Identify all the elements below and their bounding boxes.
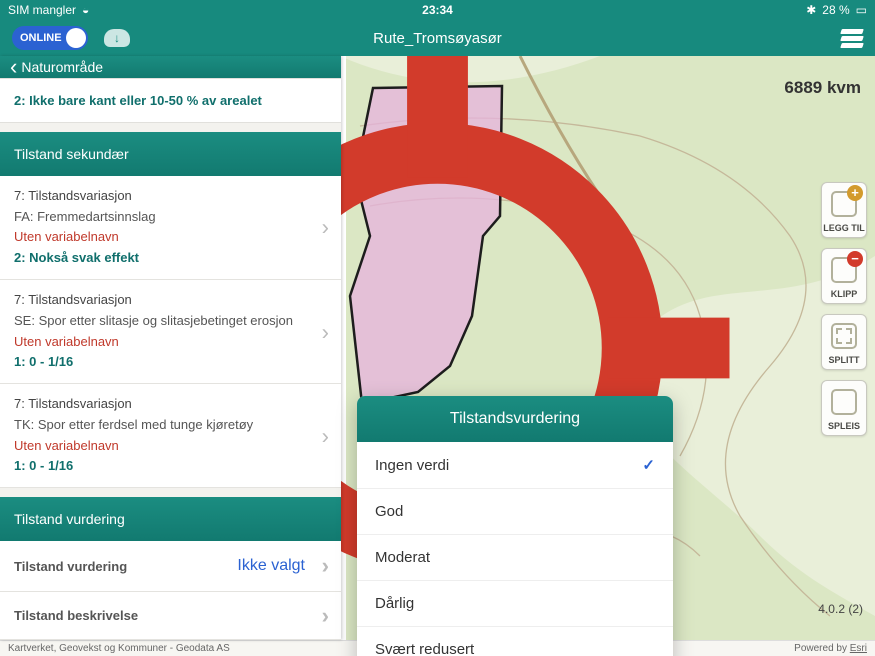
sidebar-back-button[interactable]: ‹ Naturområde [0,56,341,78]
description-label: Tilstand beskrivelse [14,608,138,623]
state-item[interactable]: 7: Tilstandsvariasjon SE: Spor etter sli… [0,280,341,384]
popover-option[interactable]: God [357,489,673,535]
state-item-value: 1: 0 - 1/16 [14,456,313,477]
popover-option-label: Moderat [375,549,430,566]
state-item-value: 2: Nokså svak effekt [14,248,313,269]
state-item-title: 7: Tilstandsvariasjon [14,394,313,415]
status-time: 23:34 [0,3,875,17]
state-item-warning: Uten variabelnavn [14,332,313,353]
popover-option[interactable]: Svært redusert [357,627,673,656]
threshold-row[interactable]: 2: Ikke bare kant eller 10-50 % av areal… [0,78,341,123]
popover-option-label: God [375,503,403,520]
state-item[interactable]: 7: Tilstandsvariasjon FA: Fremmedartsinn… [0,176,341,280]
assessment-value: Ikke valgt [237,557,305,575]
layers-icon[interactable] [841,29,863,48]
popover-option-label: Svært redusert [375,641,474,656]
popover-title: Tilstandsvurdering [357,396,673,442]
powered-by-label: Powered by [794,643,847,654]
state-item-subtitle: TK: Spor etter ferdsel med tunge kjøretø… [14,415,313,436]
section-assessment-header: Tilstand vurdering [0,497,341,541]
assessment-popover: Tilstandsvurdering Ingen verdi ✓ God Mod… [357,396,673,656]
popover-option-label: Dårlig [375,595,414,612]
attribution-text: Kartverket, Geovekst og Kommuner - Geoda… [8,643,230,654]
assessment-label: Tilstand vurdering [14,559,127,574]
sidebar: ‹ Naturområde 2: Ikke bare kant eller 10… [0,56,341,640]
assessment-row[interactable]: Tilstand vurdering Ikke valgt [0,541,341,592]
state-item-subtitle: SE: Spor etter slitasje og slitasjebetin… [14,311,313,332]
sidebar-back-label: Naturområde [21,59,103,75]
popover-option[interactable]: Dårlig [357,581,673,627]
state-item-title: 7: Tilstandsvariasjon [14,290,313,311]
state-item[interactable]: 7: Tilstandsvariasjon TK: Spor etter fer… [0,384,341,488]
check-icon: ✓ [642,456,655,474]
popover-option-label: Ingen verdi [375,457,449,474]
route-title: Rute_Tromsøyasør [0,30,875,47]
description-row[interactable]: Tilstand beskrivelse [0,592,341,640]
section-secondary-header: Tilstand sekundær [0,132,341,176]
status-bar: SIM mangler ◒ 23:34 ✱ 28 % ▭ [0,0,875,20]
popover-option[interactable]: Ingen verdi ✓ [357,442,673,489]
popover-option[interactable]: Moderat [357,535,673,581]
state-item-title: 7: Tilstandsvariasjon [14,186,313,207]
state-item-value: 1: 0 - 1/16 [14,352,313,373]
state-item-subtitle: FA: Fremmedartsinnslag [14,207,313,228]
app-version: 4.0.2 (2) [818,602,863,616]
esri-link[interactable]: Esri [850,643,867,654]
chevron-left-icon: ‹ [10,56,17,78]
nav-bar: ONLINE ↓ Rute_Tromsøyasør [0,20,875,56]
state-item-warning: Uten variabelnavn [14,436,313,457]
state-item-warning: Uten variabelnavn [14,227,313,248]
